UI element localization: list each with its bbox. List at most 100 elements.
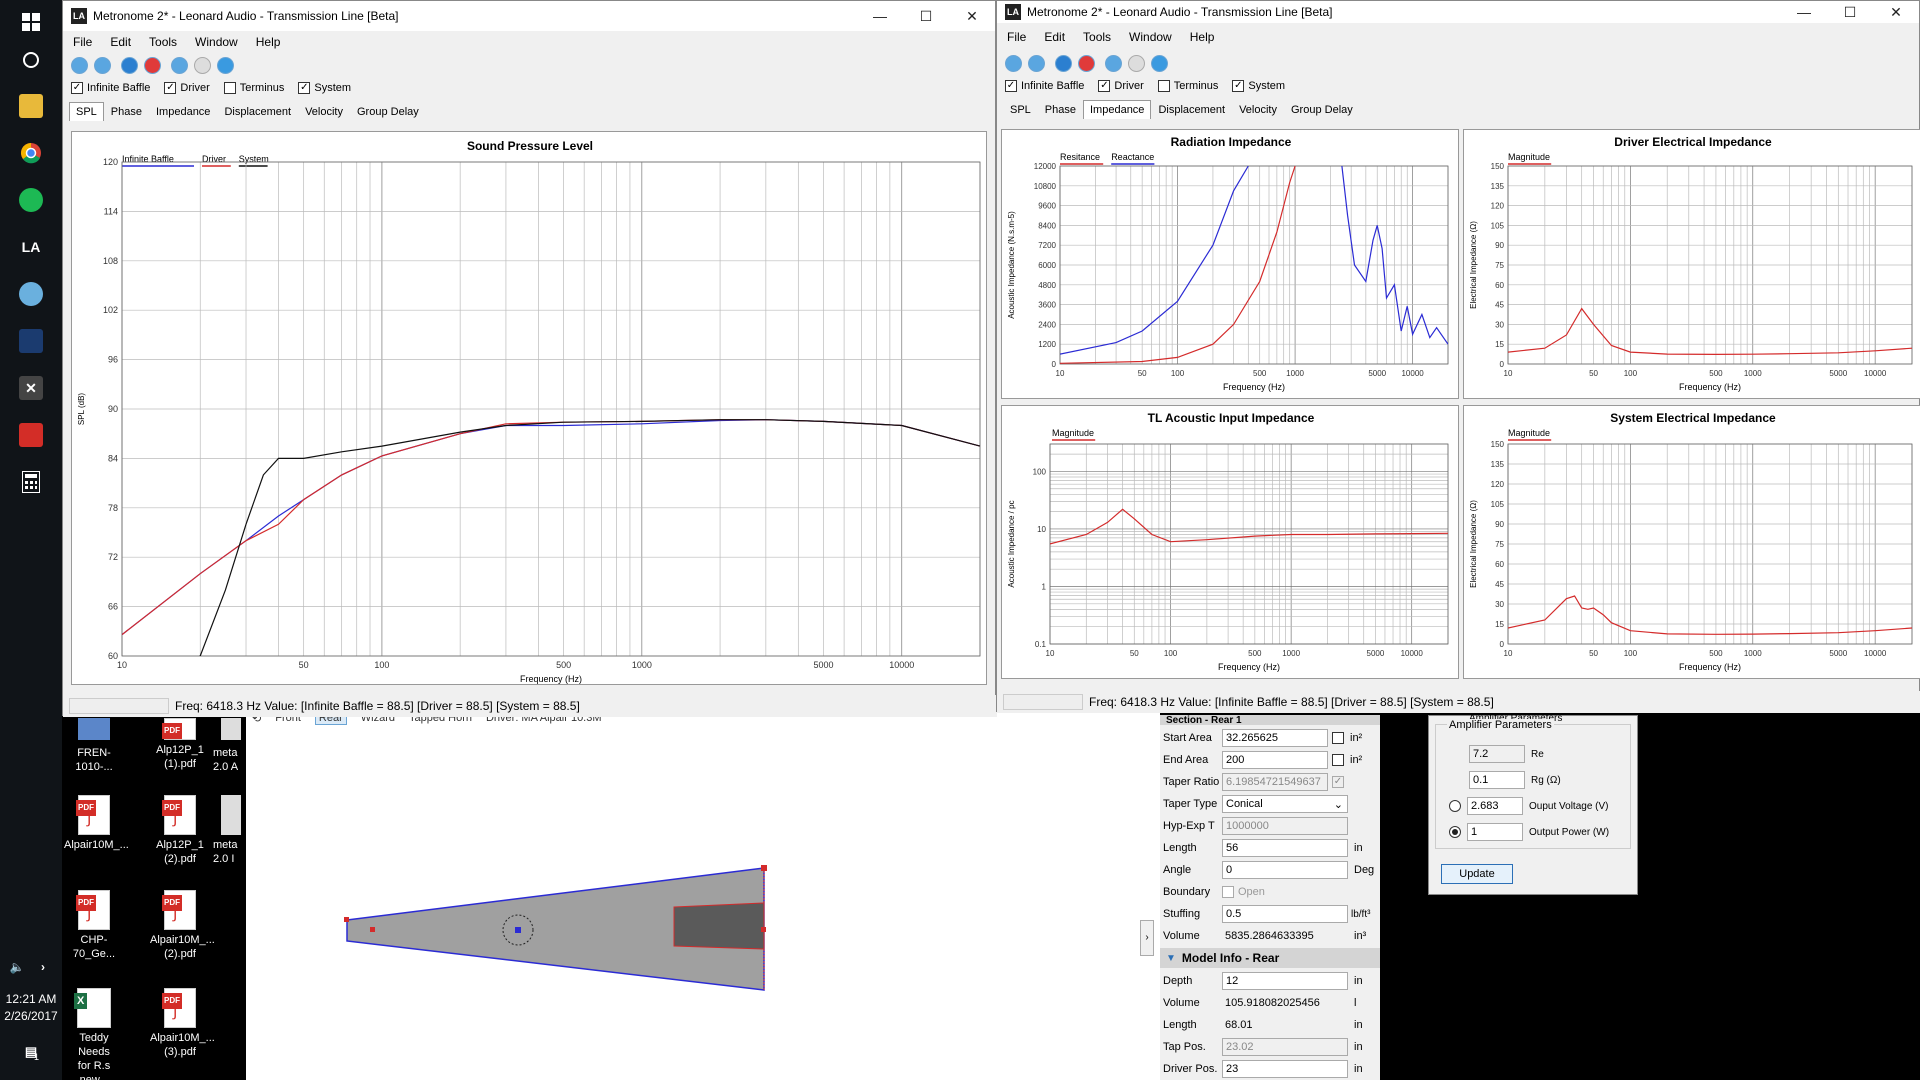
menu-edit[interactable]: Edit — [110, 35, 131, 49]
system-checkbox[interactable]: ✓ System — [1232, 80, 1285, 92]
fast-rewind-icon[interactable] — [1028, 54, 1045, 72]
menu-window[interactable]: Window — [1129, 30, 1172, 44]
tab-displacement[interactable]: Displacement — [1151, 100, 1232, 119]
tab-velocity[interactable]: Velocity — [298, 102, 350, 121]
record-blue-icon[interactable] — [121, 56, 138, 74]
desktop-pdf-icon[interactable]: PDF ∫ CHP-70_Ge... — [64, 890, 124, 961]
desktop-pdf-icon[interactable]: PDF ∫ Alp12P_1 (2).pdf — [150, 795, 210, 866]
record-red-icon[interactable] — [144, 56, 161, 74]
speaker-icon[interactable]: 🔈 — [8, 958, 26, 976]
infinite-baffle-checkbox[interactable]: ✓ Infinite Baffle — [71, 82, 150, 94]
action-center-icon[interactable]: ▤ — [19, 1040, 43, 1064]
leonard-audio-icon[interactable]: LA — [19, 235, 43, 259]
tab-spl[interactable]: SPL — [1003, 100, 1038, 119]
desktop-file-icon[interactable]: FREN-1010-... — [64, 718, 124, 774]
tab-spl[interactable]: SPL — [69, 102, 104, 121]
update-button[interactable]: Update — [1441, 864, 1513, 884]
menu-tools[interactable]: Tools — [1083, 30, 1111, 44]
clock-time[interactable]: 12:21 AM — [0, 992, 62, 1006]
menu-window[interactable]: Window — [195, 35, 238, 49]
desktop-pdf-icon[interactable]: PDF ∫ Alpair10M_... (3).pdf — [150, 988, 215, 1059]
system-electrical-impedance-chart[interactable]: System Electrical Impedance Magnitude 0 15 3… — [1464, 406, 1920, 680]
record-blue-icon[interactable] — [1055, 54, 1072, 72]
infinite-baffle-checkbox[interactable]: ✓ Infinite Baffle — [1005, 80, 1084, 92]
length-input[interactable]: 56 — [1222, 839, 1348, 857]
power-input[interactable]: 1 — [1467, 823, 1523, 841]
driver-pos-input[interactable]: 23 — [1222, 1060, 1348, 1078]
tab-phase[interactable]: Phase — [1038, 100, 1083, 119]
menu-help[interactable]: Help — [256, 35, 281, 49]
desktop-pdf-icon[interactable]: PDF ∫ Alpair10M_... — [64, 795, 129, 852]
step-back-icon[interactable] — [1105, 54, 1122, 72]
title-bar[interactable]: LA Metronome 2* - Leonard Audio - Transm… — [997, 1, 1919, 23]
tl-model-drawing[interactable] — [246, 710, 1160, 1080]
calculator-icon[interactable] — [19, 470, 43, 494]
power-radio[interactable] — [1449, 826, 1461, 838]
desktop-excel-icon[interactable]: X Teddy Needs for R.s new... — [64, 988, 124, 1080]
photoshop-icon[interactable] — [19, 329, 43, 353]
tl-acoustic-input-impedance-chart[interactable]: TL Acoustic Input ImpedanceMagnitude0.11… — [1002, 406, 1460, 680]
desktop-pdf-icon[interactable]: PDF ∫ Alpair10M_... (2).pdf — [150, 890, 215, 961]
tab-displacement[interactable]: Displacement — [217, 102, 298, 121]
model-view-canvas[interactable]: ⟲ Front Rear Wizard Tapped Horn Driver: … — [246, 710, 1160, 1080]
menu-tools[interactable]: Tools — [149, 35, 177, 49]
radiation-impedance-panel[interactable]: Radiation Impedance Resitance Reactance 0 12… — [1001, 129, 1459, 399]
rewind-icon[interactable] — [71, 56, 88, 74]
end-area-input[interactable]: 200 — [1222, 751, 1328, 769]
title-bar[interactable]: LA Metronome 2* - Leonard Audio - Transm… — [63, 1, 995, 31]
chrome-icon[interactable] — [19, 141, 43, 165]
play-disabled-icon[interactable] — [1128, 54, 1145, 72]
file-explorer-icon[interactable] — [19, 94, 43, 118]
desktop-file-icon[interactable]: meta 2.0 A — [213, 718, 247, 774]
close-icon[interactable]: ✕ — [1873, 1, 1919, 23]
menu-file[interactable]: File — [73, 35, 92, 49]
desktop-file-icon[interactable]: meta 2.0 I — [213, 795, 247, 866]
driver-electrical-impedance-panel[interactable]: Driver Electrical Impedance Magnitude 0 15 3… — [1463, 129, 1920, 399]
tab-impedance[interactable]: Impedance — [1083, 100, 1152, 119]
rewind-icon[interactable] — [1005, 54, 1022, 72]
depth-input[interactable]: 12 — [1222, 972, 1348, 990]
angle-input[interactable]: 0 — [1222, 861, 1348, 879]
play-icon[interactable] — [217, 56, 234, 74]
play-icon[interactable] — [1151, 54, 1168, 72]
model-info-section-header[interactable]: ▼ Model Info - Rear — [1160, 948, 1380, 968]
cortana-icon[interactable] — [19, 48, 43, 72]
stuffing-input[interactable]: 0.5 — [1222, 905, 1348, 923]
menu-file[interactable]: File — [1007, 30, 1026, 44]
menu-edit[interactable]: Edit — [1044, 30, 1065, 44]
boundary-checkbox[interactable] — [1222, 886, 1234, 898]
fast-rewind-icon[interactable] — [94, 56, 111, 74]
system-electrical-impedance-panel[interactable]: System Electrical Impedance Magnitude 0 15 3… — [1463, 405, 1920, 679]
driver-checkbox[interactable]: ✓ Driver — [1098, 80, 1144, 92]
windows-start-icon[interactable] — [19, 10, 43, 34]
collapse-panel-icon[interactable]: › — [1140, 920, 1154, 956]
tab-impedance[interactable]: Impedance — [149, 102, 217, 121]
voltage-input[interactable]: 2.683 — [1467, 797, 1523, 815]
terminus-checkbox[interactable]: Terminus — [1157, 80, 1218, 92]
taper-type-select[interactable]: Conical ⌄ — [1222, 795, 1348, 813]
rg-input[interactable]: 0.1 — [1469, 771, 1525, 789]
tab-velocity[interactable]: Velocity — [1232, 100, 1284, 119]
record-red-icon[interactable] — [1078, 54, 1095, 72]
maximize-icon[interactable]: ☐ — [903, 1, 949, 31]
radiation-impedance-chart[interactable]: Radiation Impedance Resitance Reactance 0 12… — [1002, 130, 1460, 400]
voltage-radio[interactable] — [1449, 800, 1461, 812]
system-checkbox[interactable]: ✓ System — [298, 82, 351, 94]
spl-chart[interactable]: Sound Pressure Level Infinite Baffle Drive… — [72, 132, 988, 686]
clock-date[interactable]: 2/26/2017 — [0, 1009, 62, 1023]
minimize-icon[interactable]: — — [857, 1, 903, 31]
minimize-icon[interactable]: — — [1781, 1, 1827, 23]
driver-electrical-impedance-chart[interactable]: Driver Electrical Impedance Magnitude 0 15 3… — [1464, 130, 1920, 400]
desktop-pdf-icon[interactable]: PDF Alp12P_1 (1).pdf — [150, 718, 210, 771]
start-area-lock-checkbox[interactable] — [1332, 732, 1344, 744]
end-area-lock-checkbox[interactable] — [1332, 754, 1344, 766]
maximize-icon[interactable]: ☐ — [1827, 1, 1873, 23]
chevron-right-icon[interactable]: › — [34, 958, 52, 976]
taper-ratio-checkbox[interactable]: ✓ — [1332, 776, 1344, 788]
driver-checkbox[interactable]: ✓ Driver — [164, 82, 210, 94]
menu-help[interactable]: Help — [1190, 30, 1215, 44]
spl-chart-panel[interactable]: Sound Pressure Level Infinite Baffle Drive… — [71, 131, 987, 685]
close-icon[interactable]: ✕ — [949, 1, 995, 31]
tab-group-delay[interactable]: Group Delay — [1284, 100, 1360, 119]
section-header[interactable]: Section - Rear 1 — [1160, 715, 1380, 725]
